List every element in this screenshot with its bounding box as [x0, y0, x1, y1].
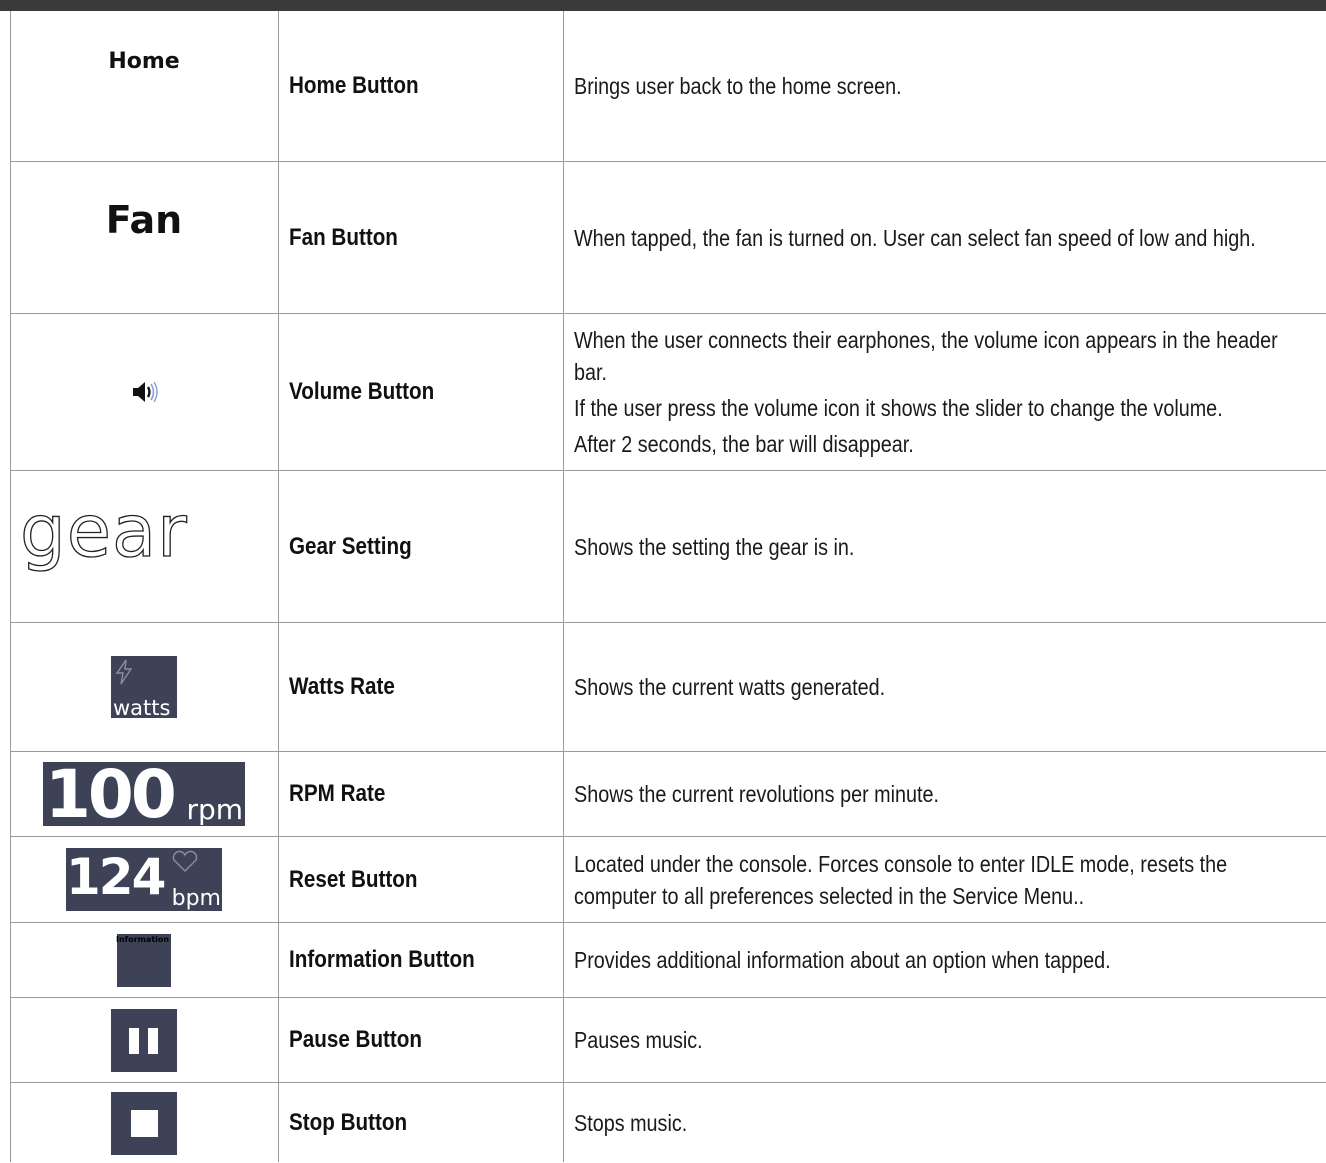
row-name: Watts Rate [289, 673, 395, 700]
heart-icon [172, 850, 198, 872]
rpm-tile: 100 rpm [43, 756, 245, 833]
bpm-unit: bpm [171, 886, 221, 911]
table-row: Volume Button When the user connects the… [10, 314, 1326, 471]
row-name: RPM Rate [289, 780, 386, 807]
icon-cell: Home [10, 11, 278, 161]
table-row: 100 rpm RPM Rate Shows the current revol… [10, 752, 1326, 837]
bpm-value: 124 [66, 848, 166, 906]
table-row: 124 bpm Reset Button Located under the c… [10, 837, 1326, 923]
row-description: Located under the console. Forces consol… [574, 850, 1228, 909]
header-bar [0, 0, 1326, 11]
volume-icon [133, 381, 158, 403]
icon-cell [10, 998, 278, 1082]
table-row: watts Watts Rate Shows the current watts… [10, 623, 1326, 752]
row-description: When tapped, the fan is turned on. User … [574, 224, 1256, 251]
home-label: Home [108, 49, 180, 74]
row-description: Shows the setting the gear is in. [574, 533, 855, 560]
bpm-tile: 124 bpm [66, 848, 222, 911]
row-description: Stops music. [574, 1110, 688, 1136]
icon-cell: 100 rpm [10, 752, 278, 836]
row-name: Pause Button [289, 1026, 423, 1053]
rpm-value: 100 [45, 756, 177, 833]
table-row: gear Gear Setting Shows the setting the … [10, 471, 1326, 623]
stop-icon [111, 1091, 177, 1155]
watts-tile: watts [111, 656, 177, 720]
row-name: Gear Setting [289, 532, 412, 560]
column-divider [563, 11, 564, 1162]
icon-cell [10, 1083, 278, 1163]
row-description: If the user press the volume icon it sho… [574, 395, 1223, 421]
table-row: Fan Fan Button When tapped, the fan is t… [10, 162, 1326, 314]
table-row: Pause Button Pauses music. [10, 998, 1326, 1083]
row-description: Brings user back to the home screen. [574, 73, 902, 99]
information-label: Information [116, 934, 170, 944]
column-divider [278, 11, 279, 1162]
row-description: Shows the current watts generated. [574, 674, 886, 700]
row-name: Information Button [289, 946, 475, 973]
table-row: Information Information Button Provides … [10, 923, 1326, 998]
row-name: Volume Button [289, 378, 435, 405]
row-description: Shows the current revolutions per minute… [574, 781, 940, 807]
row-name: Stop Button [289, 1109, 408, 1136]
row-name: Home Button [289, 72, 419, 99]
column-divider [10, 11, 11, 1162]
rpm-unit: rpm [186, 793, 243, 826]
icon-cell: Fan [10, 162, 278, 313]
icon-cell: Information [10, 923, 278, 997]
row-name: Fan Button [289, 223, 398, 251]
table-row: Stop Button Stops music. [10, 1083, 1326, 1163]
row-description: After 2 seconds, the bar will disappear. [574, 431, 914, 457]
row-name: Reset Button [289, 865, 418, 893]
row-description: Provides additional information about an… [574, 947, 1111, 973]
icon-cell: 124 bpm [10, 837, 278, 922]
icon-cell: watts [10, 623, 278, 751]
fan-label: Fan [105, 198, 183, 242]
icon-cell [10, 314, 278, 470]
icon-cell: gear [10, 471, 278, 622]
pause-icon [111, 1008, 177, 1072]
bolt-icon [115, 659, 133, 685]
gear-label: gear [19, 488, 188, 573]
icon-reference-table: Home Home Button Brings user back to the… [0, 11, 1326, 1162]
watts-label: watts [113, 696, 171, 720]
table-row: Home Home Button Brings user back to the… [10, 11, 1326, 162]
row-description: Pauses music. [574, 1027, 703, 1053]
row-description: When the user connects their earphones, … [574, 327, 1278, 385]
information-button-icon: Information [116, 933, 171, 987]
